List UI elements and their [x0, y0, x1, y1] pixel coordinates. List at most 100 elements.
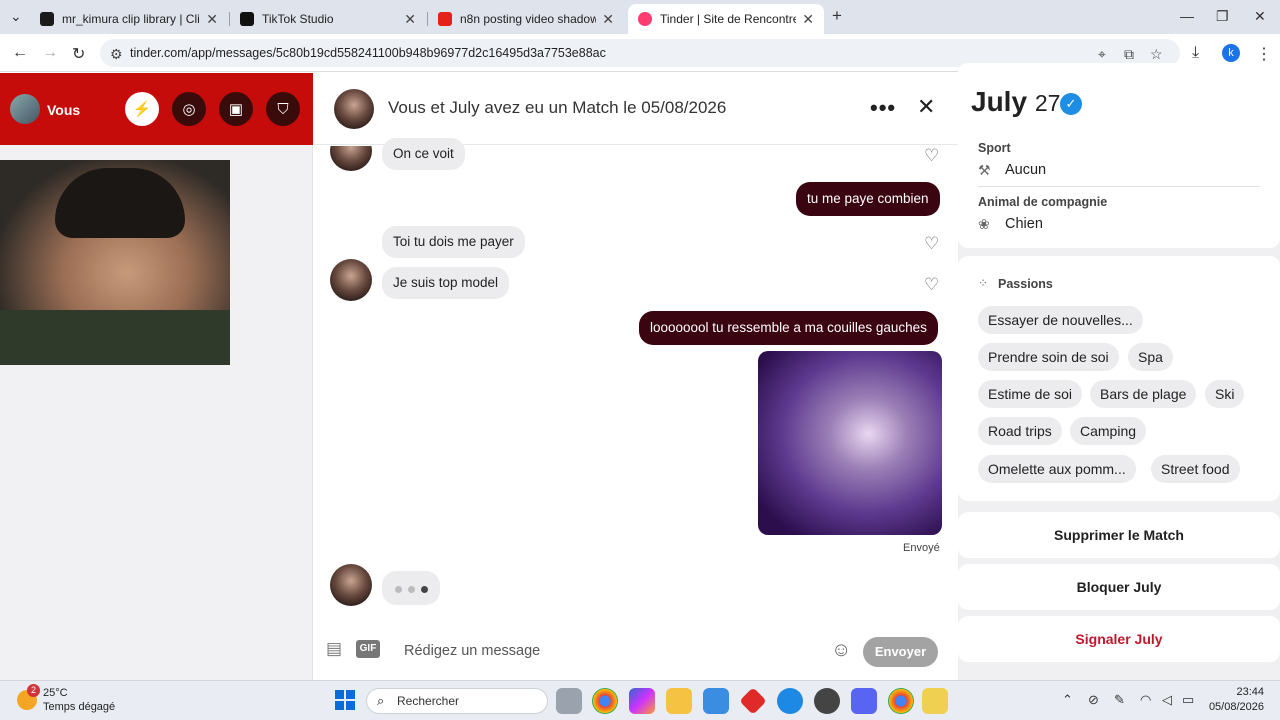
- tab-cliplabz[interactable]: mr_kimura clip library | ClipLabz ✕: [30, 4, 228, 34]
- my-avatar[interactable]: [10, 94, 40, 124]
- tab-tinder[interactable]: Tinder | Site de Rencontre ✕: [628, 4, 824, 34]
- passion-chip: Camping: [1070, 417, 1147, 445]
- active-app-icon[interactable]: [922, 688, 948, 714]
- profile-name: July 27: [971, 86, 1061, 117]
- message-input[interactable]: [404, 639, 824, 663]
- forward-icon[interactable]: →: [42, 44, 58, 62]
- pet-value: Chien: [1005, 216, 1043, 232]
- passions-card: ⁘ Passions Essayer de nouvelles... Prend…: [958, 256, 1280, 501]
- explore-compass-icon[interactable]: ◎: [172, 92, 206, 126]
- task-view-icon[interactable]: [556, 688, 582, 714]
- emoji-icon[interactable]: ☺: [831, 639, 851, 662]
- microsoft-store-icon[interactable]: [703, 688, 729, 714]
- back-icon[interactable]: ←: [12, 44, 28, 62]
- tab-tiktok[interactable]: TikTok Studio ✕: [230, 4, 426, 34]
- volume-icon[interactable]: ◁: [1162, 692, 1172, 708]
- chrome-icon[interactable]: [888, 688, 914, 714]
- weather-description[interactable]: Temps dégagé: [43, 701, 115, 713]
- pen-icon[interactable]: ✎: [1114, 692, 1125, 708]
- youtube-icon: [438, 12, 452, 26]
- new-tab-button[interactable]: +: [832, 6, 842, 26]
- tab-search-icon[interactable]: ⌄: [10, 8, 22, 25]
- show-hidden-icons[interactable]: ⌃: [1062, 692, 1073, 708]
- boost-bolt-icon[interactable]: ⚡: [125, 92, 159, 126]
- left-header: Vous ⚡ ◎ ▣ ⛉: [0, 73, 313, 145]
- heart-icon[interactable]: ♡: [924, 146, 939, 166]
- help-icon[interactable]: [777, 688, 803, 714]
- battery-icon[interactable]: ▭: [1182, 692, 1194, 708]
- obs-icon[interactable]: [814, 688, 840, 714]
- match-avatar: [330, 564, 372, 606]
- close-window-button[interactable]: ✕: [1254, 8, 1266, 25]
- reload-icon[interactable]: ↻: [72, 44, 85, 64]
- weather-temperature[interactable]: 25°C: [43, 687, 68, 699]
- passions-icon: ⁘: [978, 276, 989, 290]
- verified-badge-icon: ✓: [1060, 93, 1082, 115]
- message-incoming: On ce voit: [382, 138, 465, 170]
- close-icon[interactable]: ✕: [404, 11, 416, 28]
- pet-label: Animal de compagnie: [978, 195, 1108, 209]
- heart-icon[interactable]: ♡: [924, 234, 939, 254]
- safety-shield-icon[interactable]: ⛉: [266, 92, 300, 126]
- more-options-icon[interactable]: •••: [870, 95, 896, 121]
- unmatch-button[interactable]: Supprimer le Match: [958, 512, 1280, 558]
- notification-muted-icon[interactable]: ⊘: [1088, 692, 1099, 708]
- close-icon[interactable]: ✕: [602, 11, 614, 28]
- bookmark-star-icon[interactable]: ☆: [1150, 46, 1163, 63]
- chrome-icon[interactable]: [592, 688, 618, 714]
- wifi-icon[interactable]: ◠: [1140, 692, 1151, 708]
- system-clock[interactable]: 23:44 05/08/2026: [1204, 686, 1264, 713]
- left-panel: Vous ⚡ ◎ ▣ ⛉: [0, 73, 313, 680]
- tiktok-icon: [240, 12, 254, 26]
- my-profile-label[interactable]: Vous: [47, 102, 80, 118]
- windows-taskbar: 2 25°C Temps dégagé ⌕ Rechercher ⌃ ⊘ ✎ ◠…: [0, 680, 1280, 720]
- profile-avatar[interactable]: k: [1222, 44, 1240, 62]
- sport-value: Aucun: [1005, 162, 1047, 178]
- tab-youtube[interactable]: n8n posting video shadow ban ✕: [428, 4, 624, 34]
- discord-icon[interactable]: [851, 688, 877, 714]
- message-composer: ▤ GIF ☺ Envoyer: [314, 621, 958, 680]
- windows-start-icon[interactable]: [335, 690, 355, 710]
- passion-chip: Ski: [1205, 380, 1245, 408]
- message-outgoing: tu me paye combien: [796, 182, 940, 216]
- tinder-flame-icon: [638, 12, 652, 26]
- close-icon[interactable]: ✕: [206, 11, 218, 28]
- typing-indicator: [382, 571, 440, 605]
- passion-chip: Prendre soin de soi: [978, 343, 1119, 371]
- match-avatar: [330, 259, 372, 301]
- install-app-icon[interactable]: ⧉: [1124, 46, 1134, 63]
- maximize-button[interactable]: ❐: [1216, 8, 1229, 25]
- sent-gif-image[interactable]: [758, 351, 942, 535]
- webcam-overlay: [0, 160, 230, 365]
- close-icon[interactable]: ✕: [802, 11, 814, 28]
- gif-button[interactable]: GIF: [356, 640, 380, 658]
- passion-chip: Estime de soi: [978, 380, 1083, 408]
- taskbar-search[interactable]: ⌕ Rechercher: [366, 688, 548, 714]
- copilot-icon[interactable]: [629, 688, 655, 714]
- app-icon-red[interactable]: [739, 687, 767, 715]
- send-button[interactable]: Envoyer: [863, 637, 938, 667]
- message-incoming: Je suis top model: [382, 267, 510, 299]
- minimize-button[interactable]: —: [1180, 8, 1194, 24]
- briefcase-icon[interactable]: ▣: [219, 92, 253, 126]
- sport-label: Sport: [978, 141, 1011, 155]
- browser-tab-bar: ⌄ mr_kimura clip library | ClipLabz ✕ Ti…: [0, 0, 1280, 34]
- sent-status: Envoyé: [903, 542, 940, 554]
- passion-chip: Omelette aux pomm...: [978, 455, 1136, 483]
- passion-chip: Street food: [1151, 455, 1240, 483]
- paw-icon: ❀: [978, 216, 990, 232]
- close-chat-icon[interactable]: ✕: [917, 94, 935, 120]
- match-avatar[interactable]: [334, 89, 374, 129]
- profile-info-card: July 27 ✓ Sport ⚒ Aucun Animal de compag…: [958, 63, 1280, 248]
- block-button[interactable]: Bloquer July: [958, 564, 1280, 610]
- contact-card-icon[interactable]: ▤: [326, 639, 342, 659]
- menu-icon[interactable]: ⋮: [1256, 44, 1272, 64]
- download-icon[interactable]: ⤓: [1192, 44, 1199, 62]
- passion-chip: Road trips: [978, 417, 1062, 445]
- location-icon[interactable]: ⌖: [1098, 46, 1106, 63]
- heart-icon[interactable]: ♡: [924, 275, 939, 295]
- file-explorer-icon[interactable]: [666, 688, 692, 714]
- site-info-icon[interactable]: ⚙: [110, 46, 123, 63]
- report-button[interactable]: Signaler July: [958, 616, 1280, 662]
- sport-icon: ⚒: [978, 162, 991, 178]
